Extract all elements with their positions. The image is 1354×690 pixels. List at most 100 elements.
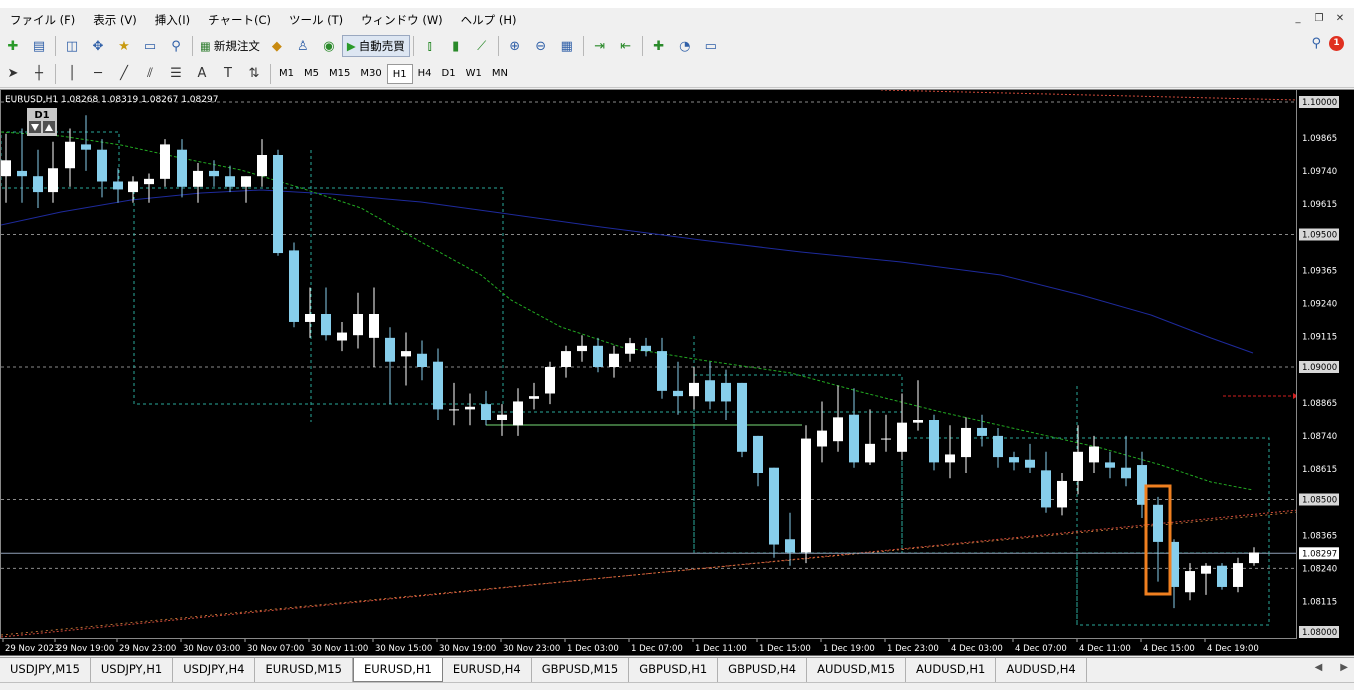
candle: [641, 337, 651, 357]
candle-body: [305, 314, 315, 322]
price-label: 1.10000: [1302, 98, 1337, 108]
candle: [113, 168, 123, 203]
close-icon[interactable]: ✕: [1332, 12, 1348, 26]
market-watch-icon[interactable]: ◫: [61, 35, 83, 57]
menu-help[interactable]: ヘルプ (H): [452, 12, 526, 28]
timeframe-h1[interactable]: H1: [386, 63, 413, 84]
candle: [465, 393, 475, 426]
candle-body: [177, 149, 187, 187]
chart-window[interactable]: EURUSD,H1 1.08268 1.08319 1.08267 1.0829…: [0, 89, 1297, 639]
new-order-button[interactable]: ▦ 新規注文: [196, 35, 264, 57]
timeframe-m5[interactable]: M5: [299, 64, 324, 84]
candlestick-icon[interactable]: ▮: [445, 35, 467, 57]
cursor-icon[interactable]: ➤: [2, 63, 24, 85]
scroll-right-icon[interactable]: ▶: [1340, 662, 1348, 673]
community-icon[interactable]: ♙: [292, 35, 314, 57]
tab-eurusd-h4[interactable]: EURUSD,H4: [443, 658, 532, 682]
time-label: 1 Dec 03:00: [567, 644, 619, 654]
candle-body: [897, 422, 907, 452]
restore-icon[interactable]: ❐: [1311, 12, 1327, 26]
channel-icon[interactable]: ⫽: [139, 63, 161, 85]
arrows-icon[interactable]: ⇅: [243, 63, 265, 85]
price-label: 1.08115: [1302, 598, 1337, 608]
bar-chart-icon[interactable]: ⫾: [419, 35, 441, 57]
current-price-label: 1.08297: [1302, 549, 1337, 559]
horizontal-line-icon[interactable]: ─: [87, 63, 109, 85]
tab-gbpusd-h4[interactable]: GBPUSD,H4: [718, 658, 808, 682]
menu-file[interactable]: ファイル (F): [0, 12, 84, 28]
fibonacci-icon[interactable]: ☰: [165, 63, 187, 85]
metaeditor-icon[interactable]: ◆: [266, 35, 288, 57]
timeframe-d1[interactable]: D1: [437, 64, 461, 84]
terminal-icon[interactable]: ▭: [139, 35, 161, 57]
timeframe-mn[interactable]: MN: [487, 64, 513, 84]
minimize-icon[interactable]: _: [1290, 12, 1306, 26]
time-axis: 29 Nov 202329 Nov 19:00 29 Nov 23:00 30 No…: [0, 639, 1354, 656]
menu-chart[interactable]: チャート(C): [199, 12, 280, 28]
period-switch-badge[interactable]: D1: [27, 108, 57, 136]
zoom-out-icon[interactable]: ⊖: [530, 35, 552, 57]
candle-body: [1233, 563, 1243, 587]
new-chart-icon[interactable]: ✚: [2, 35, 24, 57]
candle-body: [593, 345, 603, 367]
candle-body: [160, 144, 170, 179]
tab-eurusd-m15[interactable]: EURUSD,M15: [255, 658, 353, 682]
timeframe-m1[interactable]: M1: [274, 64, 299, 84]
periods-icon[interactable]: ◔: [674, 35, 696, 57]
tab-gbpusd-m15[interactable]: GBPUSD,M15: [532, 658, 630, 682]
auto-trading-button[interactable]: ▶ 自動売買: [341, 35, 410, 57]
search-icon[interactable]: ⚲: [1311, 36, 1321, 51]
chart-shift-icon[interactable]: ⇤: [615, 35, 637, 57]
strategy-tester-icon[interactable]: ⚲: [165, 35, 187, 57]
tab-usdjpy-h4[interactable]: USDJPY,H4: [173, 658, 256, 682]
menu-window[interactable]: ウィンドウ (W): [352, 12, 452, 28]
candle-body: [913, 420, 923, 423]
vertical-line-icon[interactable]: │: [61, 63, 83, 85]
indicators-icon[interactable]: ✚: [648, 35, 670, 57]
candle: [433, 348, 443, 420]
timeframe-m15[interactable]: M15: [324, 64, 355, 84]
candle-body: [1153, 504, 1163, 542]
scroll-left-icon[interactable]: ◀: [1315, 662, 1323, 673]
signals-icon[interactable]: ◉: [318, 35, 340, 57]
menu-tools[interactable]: ツール (T): [280, 12, 352, 28]
candle: [1233, 557, 1243, 593]
tab-audusd-h4[interactable]: AUDUSD,H4: [996, 658, 1087, 682]
candle: [1, 133, 11, 203]
tab-eurusd-h1[interactable]: EURUSD,H1: [352, 658, 443, 682]
price-scale[interactable]: 1.10000 1.09865 1.09740 1.09615 1.09500 1.093…: [1297, 89, 1354, 639]
candle: [81, 115, 91, 171]
candle: [769, 467, 779, 558]
candle: [1041, 451, 1051, 513]
data-window-icon[interactable]: ✥: [87, 35, 109, 57]
text-label-icon[interactable]: T: [217, 63, 239, 85]
navigator-icon[interactable]: ★: [113, 35, 135, 57]
trendline-icon[interactable]: ╱: [113, 63, 135, 85]
notification-badge[interactable]: 1: [1329, 36, 1344, 51]
timeframe-h4[interactable]: H4: [413, 64, 437, 84]
templates-icon[interactable]: ▭: [700, 35, 722, 57]
timeframe-w1[interactable]: W1: [461, 64, 487, 84]
candle: [865, 409, 875, 466]
menu-insert[interactable]: 挿入(I): [146, 12, 199, 28]
candle-body: [945, 454, 955, 463]
candle-body: [144, 178, 154, 185]
zoom-in-icon[interactable]: ⊕: [504, 35, 526, 57]
profiles-icon[interactable]: ▤: [28, 35, 50, 57]
tab-usdjpy-h1[interactable]: USDJPY,H1: [91, 658, 174, 682]
crosshair-icon[interactable]: ┼: [28, 63, 50, 85]
text-tool-icon[interactable]: A: [191, 63, 213, 85]
timeframe-m30[interactable]: M30: [355, 64, 386, 84]
tab-audusd-m15[interactable]: AUDUSD,M15: [807, 658, 907, 682]
tab-audusd-h1[interactable]: AUDUSD,H1: [906, 658, 997, 682]
menu-view[interactable]: 表示 (V): [84, 12, 146, 28]
candle-body: [48, 168, 58, 193]
line-chart-icon[interactable]: ⟋: [471, 35, 493, 57]
auto-trading-icon: ▶: [346, 39, 356, 53]
tab-usdjpy-m15[interactable]: USDJPY,M15: [0, 658, 91, 682]
price-chart[interactable]: EURUSD,H1 1.08268 1.08319 1.08267 1.0829…: [1, 90, 1297, 639]
candle-body: [833, 417, 843, 442]
tab-gbpusd-h1[interactable]: GBPUSD,H1: [629, 658, 719, 682]
tile-windows-icon[interactable]: ▦: [556, 35, 578, 57]
auto-scroll-icon[interactable]: ⇥: [589, 35, 611, 57]
